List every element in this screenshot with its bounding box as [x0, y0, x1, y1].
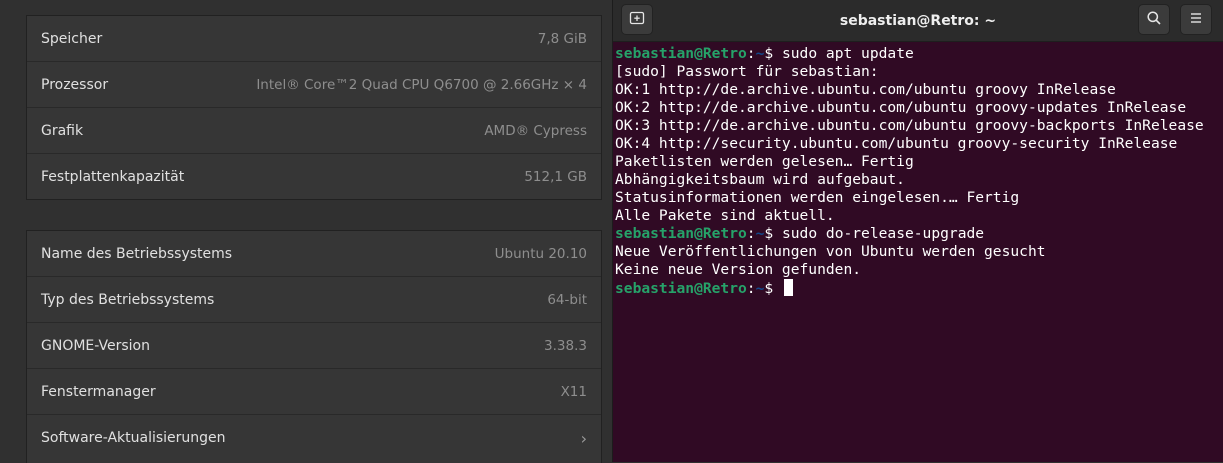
row-disk-capacity: Festplattenkapazität 512,1 GB: [27, 154, 601, 200]
search-icon: [1146, 10, 1162, 30]
gnome-version-value: 3.38.3: [544, 337, 587, 354]
row-memory: Speicher 7,8 GiB: [27, 16, 601, 62]
terminal-output-line: OK:4 http://security.ubuntu.com/ubuntu g…: [615, 135, 1178, 152]
terminal-command-line: sebastian@Retro:~$: [615, 279, 1223, 298]
row-software-updates[interactable]: Software-Aktualisierungen ›: [27, 415, 601, 461]
graphics-label: Grafik: [41, 122, 84, 139]
graphics-value: AMD® Cypress: [484, 122, 587, 139]
gnome-version-label: GNOME-Version: [41, 337, 150, 354]
window-manager-value: X11: [560, 383, 587, 400]
row-os-type: Typ des Betriebssystems 64-bit: [27, 277, 601, 323]
command-text: sudo apt update: [773, 45, 914, 62]
new-tab-icon: [629, 10, 645, 30]
terminal-title: sebastian@Retro: ~: [839, 12, 997, 29]
terminal-output-line: OK:3 http://de.archive.ubuntu.com/ubuntu…: [615, 117, 1204, 134]
menu-button[interactable]: [1180, 4, 1212, 35]
row-processor: Prozessor Intel® Core™2 Quad CPU Q6700 @…: [27, 62, 601, 108]
disk-capacity-value: 512,1 GB: [524, 169, 587, 185]
prompt-separator: :: [746, 280, 756, 297]
text-cursor: [783, 279, 793, 296]
memory-label: Speicher: [41, 30, 103, 47]
os-type-label: Typ des Betriebssystems: [41, 291, 215, 308]
terminal-output[interactable]: sebastian@Retro:~$ sudo apt update [sudo]…: [613, 42, 1223, 298]
window-manager-label: Fenstermanager: [41, 383, 156, 400]
disk-capacity-label: Festplattenkapazität: [41, 169, 185, 185]
terminal-headerbar: sebastian@Retro: ~: [613, 0, 1223, 42]
search-button[interactable]: [1138, 4, 1170, 35]
prompt-user: sebastian@Retro: [615, 45, 747, 62]
prompt-dollar: $: [764, 280, 774, 297]
terminal-output-line: Neue Veröffentlichungen von Ubuntu werde…: [615, 243, 1046, 260]
processor-value: Intel® Core™2 Quad CPU Q6700 @ 2.66GHz ×…: [256, 76, 587, 93]
terminal-output-line: OK:2 http://de.archive.ubuntu.com/ubuntu…: [615, 99, 1187, 116]
chevron-right-icon: ›: [580, 428, 587, 448]
terminal-window: sebastian@Retro: ~ sebastian@Retro:~$ su…: [612, 0, 1223, 462]
terminal-command-line: sebastian@Retro:~$ sudo do-release-upgra…: [615, 225, 1223, 243]
prompt-separator: :: [746, 45, 756, 62]
prompt-user: sebastian@Retro: [615, 280, 747, 297]
memory-value: 7,8 GiB: [537, 30, 587, 47]
row-window-manager: Fenstermanager X11: [27, 369, 601, 415]
terminal-output-line: Abhängigkeitsbaum wird aufgebaut.: [615, 171, 905, 188]
terminal-output-line: Paketlisten werden gelesen… Fertig: [615, 153, 914, 170]
prompt-dollar: $: [764, 45, 774, 62]
terminal-output-line: [sudo] Passwort für sebastian:: [615, 63, 879, 80]
os-type-value: 64-bit: [547, 291, 587, 308]
processor-label: Prozessor: [41, 76, 109, 93]
command-text: [773, 280, 782, 297]
row-os-name: Name des Betriebssystems Ubuntu 20.10: [27, 231, 601, 277]
row-gnome-version: GNOME-Version 3.38.3: [27, 323, 601, 369]
settings-about-panel: Speicher 7,8 GiB Prozessor Intel® Core™2…: [0, 0, 612, 463]
terminal-output-line: Alle Pakete sind aktuell.: [615, 207, 835, 224]
hamburger-menu-icon: [1189, 10, 1203, 29]
software-updates-label: Software-Aktualisierungen: [41, 430, 226, 446]
prompt-separator: :: [746, 225, 756, 242]
prompt-dollar: $: [764, 225, 774, 242]
row-graphics: Grafik AMD® Cypress: [27, 108, 601, 154]
os-name-value: Ubuntu 20.10: [494, 245, 587, 262]
command-text: sudo do-release-upgrade: [773, 225, 985, 242]
software-info-card: Name des Betriebssystems Ubuntu 20.10 Ty…: [26, 230, 602, 463]
terminal-output-line: OK:1 http://de.archive.ubuntu.com/ubuntu…: [615, 81, 1116, 98]
hardware-info-card: Speicher 7,8 GiB Prozessor Intel® Core™2…: [26, 15, 602, 200]
prompt-user: sebastian@Retro: [615, 225, 747, 242]
new-tab-button[interactable]: [621, 4, 653, 35]
terminal-command-line: sebastian@Retro:~$ sudo apt update: [615, 45, 1223, 63]
terminal-output-line: Statusinformationen werden eingelesen.… …: [615, 189, 1020, 206]
terminal-output-line: Keine neue Version gefunden.: [615, 261, 862, 278]
os-name-label: Name des Betriebssystems: [41, 245, 233, 262]
